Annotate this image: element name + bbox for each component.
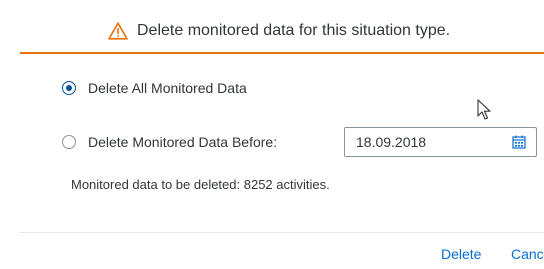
cancel-button[interactable]: Canc (511, 246, 544, 262)
warning-icon (108, 22, 128, 40)
date-value[interactable]: 18.09.2018 (345, 134, 502, 150)
mouse-pointer-icon (477, 99, 493, 121)
dialog-header: Delete monitored data for this situation… (20, 0, 544, 54)
radio-label-delete-before: Delete Monitored Data Before: (88, 134, 278, 150)
radio-delete-before[interactable]: Delete Monitored Data Before: (62, 134, 277, 150)
delete-button[interactable]: Delete (441, 246, 481, 262)
calendar-icon[interactable] (502, 128, 536, 156)
radio-delete-all[interactable]: Delete All Monitored Data (62, 80, 247, 96)
dialog-title: Delete monitored data for this situation… (137, 22, 451, 39)
date-picker-input[interactable]: 18.09.2018 (344, 127, 537, 157)
delete-dialog: Delete monitored data for this situation… (0, 0, 544, 269)
radio-button-delete-all[interactable] (62, 81, 76, 95)
radio-label-delete-all: Delete All Monitored Data (88, 80, 247, 96)
deletion-info-text: Monitored data to be deleted: 8252 activ… (71, 177, 330, 192)
footer-divider (20, 232, 544, 233)
header-content: Delete monitored data for this situation… (108, 21, 450, 41)
radio-button-delete-before[interactable] (62, 135, 76, 149)
